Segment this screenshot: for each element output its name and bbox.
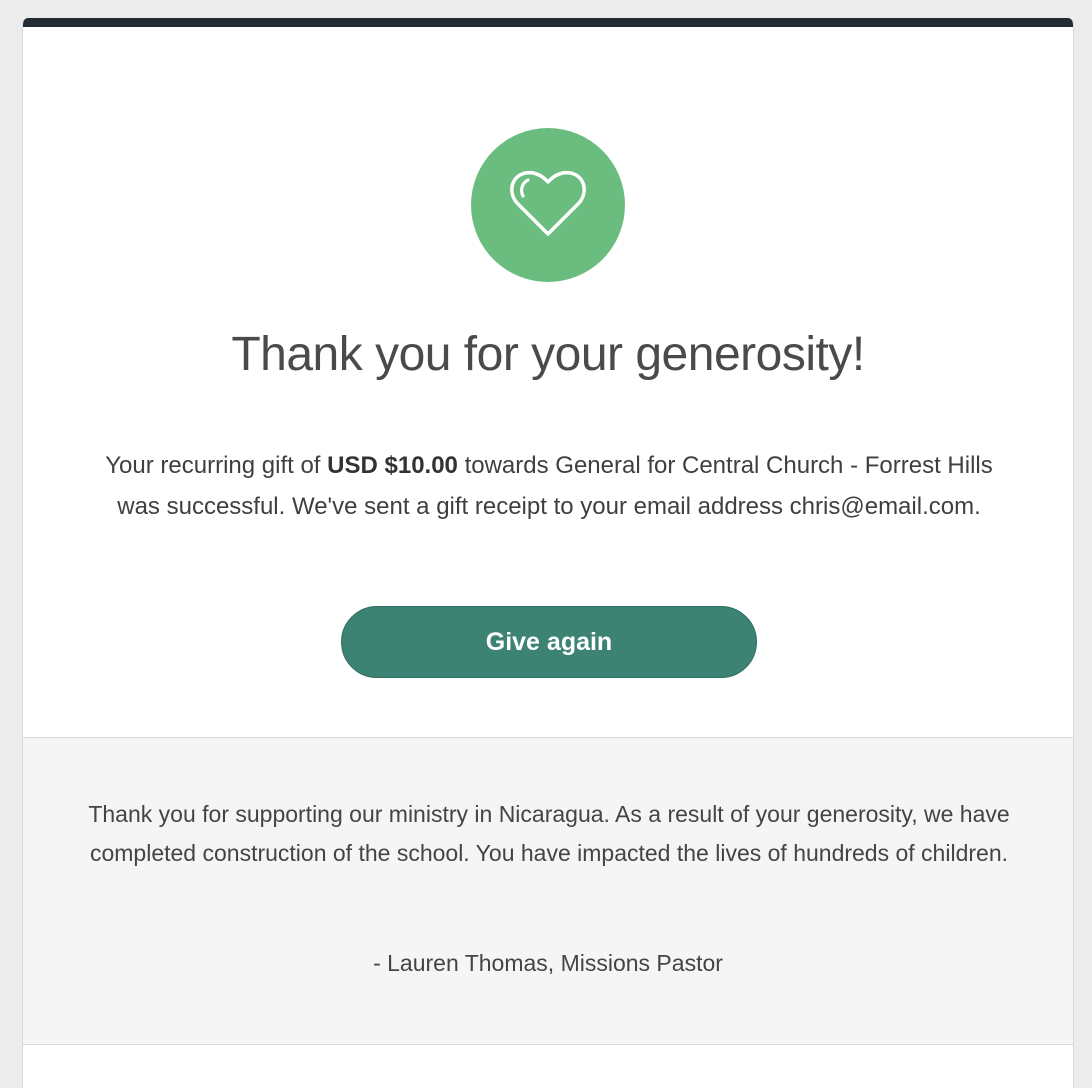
heart-icon [510, 170, 586, 236]
page-title: Thank you for your generosity! [231, 328, 865, 381]
confirmation-message: Your recurring gift of USD $10.00 toward… [93, 445, 1005, 527]
heart-badge [471, 128, 625, 282]
give-again-button[interactable]: Give again [341, 606, 757, 678]
gift-amount: USD $10.00 [327, 452, 458, 479]
pastor-note-signature: - Lauren Thomas, Missions Pastor [373, 950, 723, 976]
message-prefix: Your recurring gift of [105, 452, 328, 479]
confirmation-card: Thank you for your generosity! Your recu… [22, 18, 1074, 1088]
pastor-note-text: Thank you for supporting our ministry in… [88, 801, 1010, 866]
confirmation-hero: Thank you for your generosity! Your recu… [23, 27, 1073, 737]
pastor-note-section: Thank you for supporting our ministry in… [23, 737, 1073, 1045]
card-top-bar [23, 18, 1073, 27]
